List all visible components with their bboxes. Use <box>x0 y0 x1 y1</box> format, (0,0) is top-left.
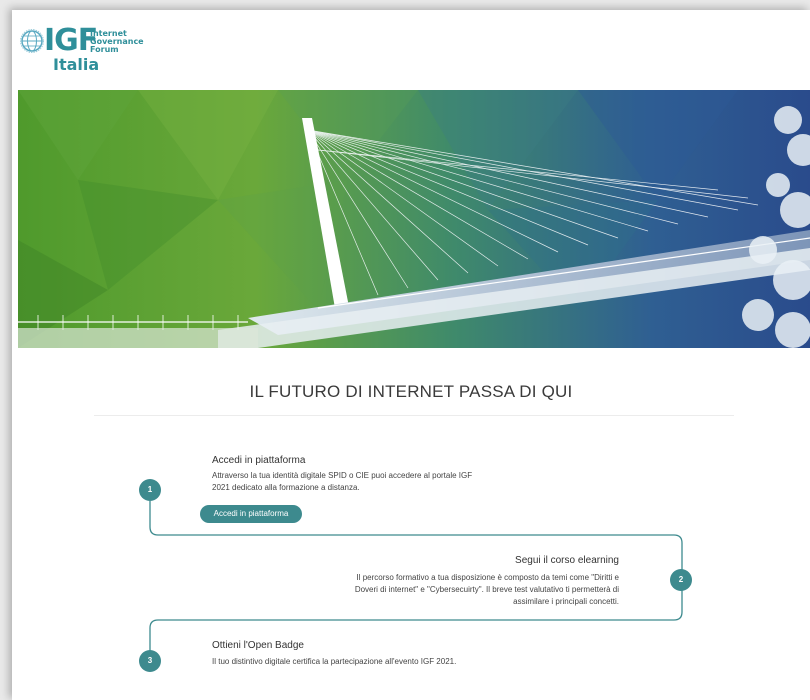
steps-timeline: 1 Accedi in piattaforma Attraverso la tu… <box>12 10 810 700</box>
step-desc-1: Attraverso la tua identità digitale SPID… <box>212 470 532 494</box>
step-title-3: Ottieni l'Open Badge <box>212 640 304 651</box>
step-title-2: Segui il corso elearning <box>515 555 619 566</box>
step-number-2: 2 <box>670 569 692 591</box>
step-desc-line: Attraverso la tua identità digitale SPID… <box>212 471 473 480</box>
step-desc-line: Il tuo distintivo digitale certifica la … <box>212 657 457 666</box>
page-card: IGF Internet Governance Forum Italia IL … <box>12 10 810 700</box>
step-desc-2: Il percorso formativo a tua disposizione… <box>272 572 619 608</box>
step-number-3: 3 <box>139 650 161 672</box>
step-desc-line: Il percorso formativo a tua disposizione… <box>356 573 619 582</box>
step-desc-line: assimilare i principali concetti. <box>513 597 619 606</box>
login-platform-button[interactable]: Accedi in piattaforma <box>200 505 302 523</box>
step-number-1: 1 <box>139 479 161 501</box>
step-desc-line: 2021 dedicato alla formazione a distanza… <box>212 483 360 492</box>
step-desc-line: Doveri di internet" e "Cybersecuirty". I… <box>354 585 619 594</box>
step-desc-3: Il tuo distintivo digitale certifica la … <box>212 656 572 668</box>
step-title-1: Accedi in piattaforma <box>212 455 306 466</box>
